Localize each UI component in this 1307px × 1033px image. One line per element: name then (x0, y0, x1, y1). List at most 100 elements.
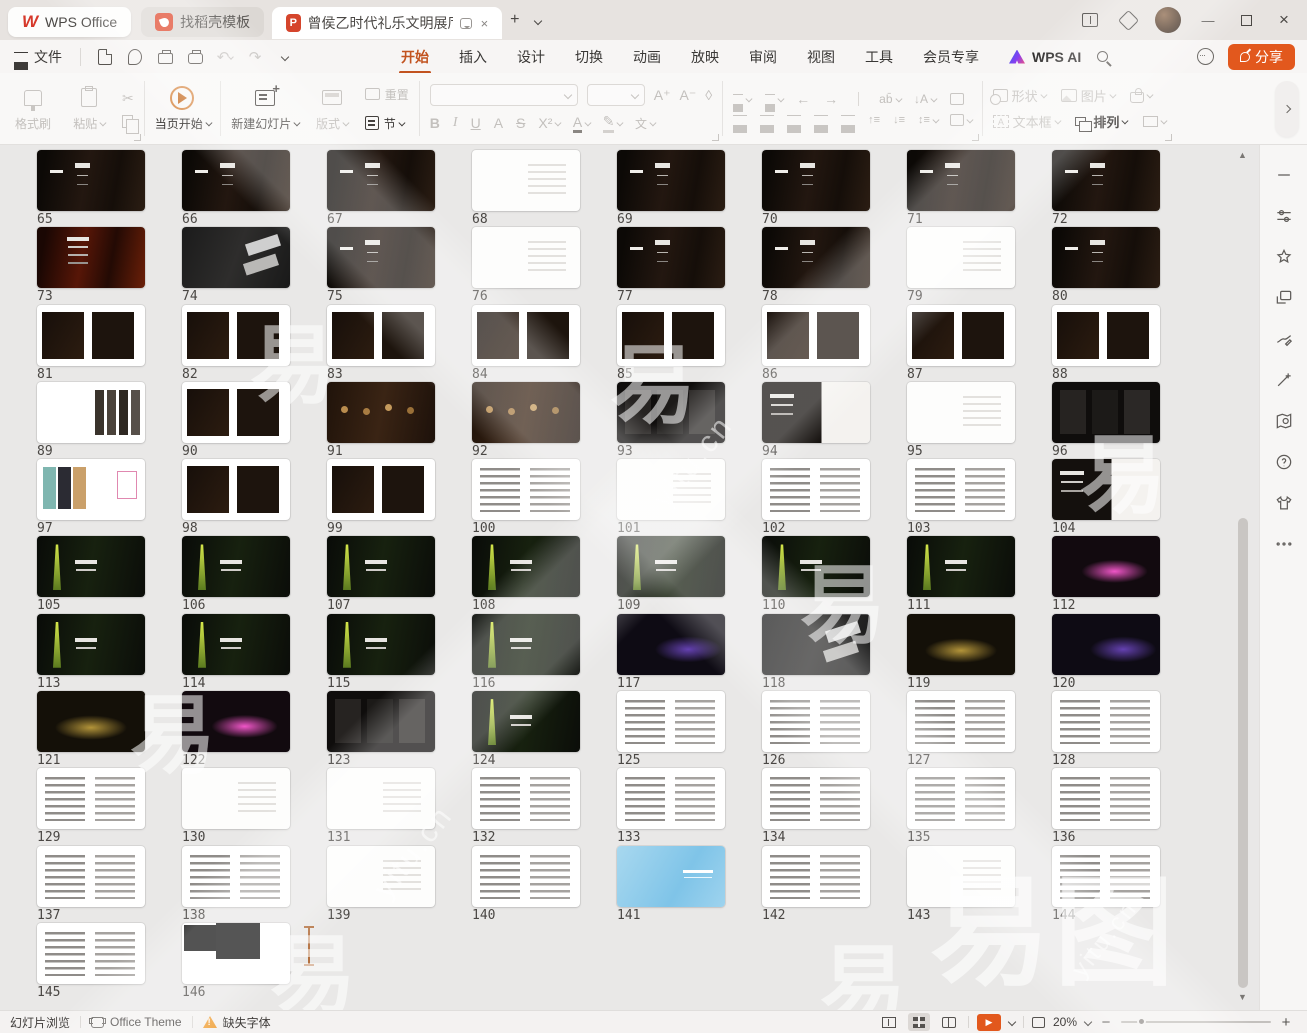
export-icon[interactable] (125, 47, 145, 67)
slide-cell[interactable]: 114 (182, 614, 290, 691)
slide-thumbnail[interactable] (327, 305, 435, 366)
slide-cell[interactable]: 102 (762, 459, 870, 536)
italic-button[interactable]: I (453, 115, 458, 131)
decrease-font-icon[interactable]: A⁻ (680, 87, 697, 104)
slide-thumbnail[interactable] (1052, 768, 1160, 829)
slide-thumbnail[interactable] (472, 305, 580, 366)
underline-button[interactable]: U (471, 115, 481, 131)
ribbon-tab-开始[interactable]: 开始 (399, 42, 431, 72)
slide-thumbnail[interactable] (182, 227, 290, 288)
slide-thumbnail[interactable] (762, 691, 870, 752)
zoom-slider[interactable] (1121, 1021, 1271, 1023)
slide-thumbnail[interactable] (37, 691, 145, 752)
slide-thumbnail[interactable] (327, 382, 435, 443)
zoom-slider-handle[interactable] (1137, 1017, 1146, 1026)
slide-thumbnail[interactable] (472, 459, 580, 520)
feedback-smiley-icon[interactable] (1197, 48, 1214, 65)
slide-thumbnail[interactable] (1052, 382, 1160, 443)
properties-icon[interactable] (1272, 204, 1296, 228)
slide-cell[interactable]: 93 (617, 382, 725, 459)
slide-cell[interactable]: 143 (907, 846, 1015, 923)
slide-cell[interactable]: 137 (37, 846, 145, 923)
align-center-icon[interactable] (760, 115, 774, 125)
slide-cell[interactable]: 145 (37, 923, 145, 1000)
slide-thumbnail[interactable] (37, 768, 145, 829)
split-view-icon[interactable] (1073, 5, 1107, 35)
ribbon-expand-button[interactable] (1275, 81, 1299, 137)
slide-thumbnail[interactable] (327, 536, 435, 597)
slide-cell[interactable]: 105 (37, 536, 145, 613)
slide-cell[interactable]: 86 (762, 305, 870, 382)
slide-thumbnail[interactable] (907, 614, 1015, 675)
close-tab-icon[interactable]: × (481, 16, 489, 31)
slide-cell[interactable]: 79 (907, 227, 1015, 304)
align-left-icon[interactable] (733, 115, 747, 125)
font-size-select[interactable] (587, 84, 645, 106)
reset-button[interactable]: 重置 (365, 86, 409, 103)
slide-cell[interactable]: 66 (182, 150, 290, 227)
slide-thumbnail[interactable] (762, 536, 870, 597)
ribbon-tab-设计[interactable]: 设计 (515, 42, 547, 72)
scrollbar-thumb[interactable] (1238, 518, 1248, 988)
slide-thumbnail[interactable] (472, 846, 580, 907)
slide-thumbnail[interactable] (182, 768, 290, 829)
ribbon-tab-视图[interactable]: 视图 (805, 42, 837, 72)
slide-cell[interactable]: 67 (327, 150, 435, 227)
share-button[interactable]: 分享 (1228, 44, 1295, 70)
section-button[interactable]: 节 (365, 115, 409, 132)
slide-cell[interactable]: 92 (472, 382, 580, 459)
quickbar-dropdown[interactable] (275, 47, 295, 67)
arrange-button[interactable]: 排列 (1075, 112, 1127, 131)
ribbon-tab-插入[interactable]: 插入 (457, 42, 489, 72)
slide-cell[interactable]: 88 (1052, 305, 1160, 382)
more-dots-icon[interactable] (1272, 532, 1296, 556)
slide-thumbnail[interactable] (182, 150, 290, 211)
tab-docer-templates[interactable]: 找稻壳模板 (141, 7, 264, 37)
raise-paragraph-icon[interactable]: ↑≡ (868, 114, 880, 126)
undo-icon[interactable]: ↶ (215, 47, 235, 67)
slide-cell[interactable]: 103 (907, 459, 1015, 536)
slide-thumbnail[interactable] (1052, 536, 1160, 597)
slide-thumbnail[interactable] (907, 459, 1015, 520)
scroll-up-icon[interactable]: ▲ (1238, 151, 1247, 160)
slide-cell[interactable]: 108 (472, 536, 580, 613)
slide-thumbnail[interactable] (762, 150, 870, 211)
slide-cell[interactable]: 125 (617, 691, 725, 768)
slide-cell[interactable]: 71 (907, 150, 1015, 227)
tab-document[interactable]: P 曾侯乙时代礼乐文明展厅方案 × (272, 7, 502, 39)
slideshow-play-button[interactable]: ▶ (977, 1014, 1001, 1031)
slide-cell[interactable]: 72 (1052, 150, 1160, 227)
slide-thumbnail[interactable] (37, 923, 145, 984)
slide-thumbnail[interactable] (472, 150, 580, 211)
slide-cell[interactable]: 85 (617, 305, 725, 382)
align-right-icon[interactable] (787, 115, 801, 125)
strikethrough-button[interactable]: S (516, 115, 525, 131)
navigate-map-icon[interactable] (1272, 409, 1296, 433)
slide-thumbnail[interactable] (37, 459, 145, 520)
slide-cell[interactable]: 100 (472, 459, 580, 536)
fill-button[interactable] (1130, 88, 1152, 103)
ribbon-tab-放映[interactable]: 放映 (689, 42, 721, 72)
slide-cell[interactable]: 69 (617, 150, 725, 227)
phonetic-guide-button[interactable]: 文 (635, 115, 655, 132)
slide-thumbnail[interactable] (327, 227, 435, 288)
increase-font-icon[interactable]: A⁺ (654, 87, 671, 104)
collapse-icon[interactable] (1272, 163, 1296, 187)
paragraph-dialog-icon[interactable] (950, 93, 964, 105)
slide-cell[interactable]: 117 (617, 614, 725, 691)
slide-thumbnail[interactable] (182, 691, 290, 752)
slide-cell[interactable]: 90 (182, 382, 290, 459)
justify-icon[interactable] (814, 115, 828, 125)
shapes-button[interactable]: 形状 (993, 86, 1045, 105)
help-icon[interactable] (1272, 450, 1296, 474)
skin-icon[interactable] (1272, 491, 1296, 515)
clear-format-icon[interactable]: ◊ (705, 87, 712, 103)
comment-bubble-icon[interactable] (460, 18, 472, 29)
slide-thumbnail[interactable] (617, 691, 725, 752)
annotate-icon[interactable] (1272, 327, 1296, 351)
slide-thumbnail[interactable] (617, 459, 725, 520)
paragraph-launcher[interactable] (972, 134, 979, 141)
slide-thumbnail[interactable] (907, 382, 1015, 443)
vertical-align-button[interactable] (950, 114, 972, 126)
missing-fonts-button[interactable]: 缺失字体 (193, 1014, 281, 1031)
